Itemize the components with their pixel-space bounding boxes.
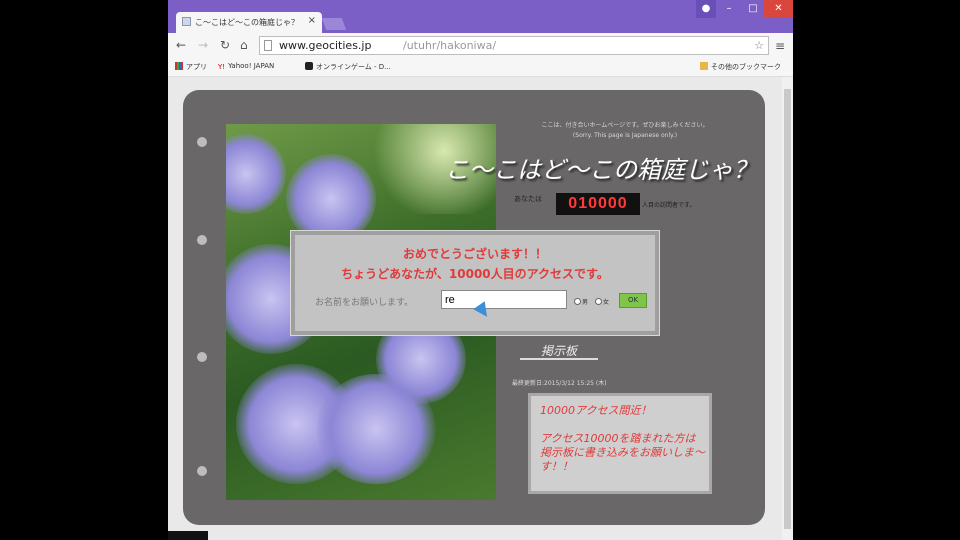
bbs-link[interactable]: 掲示板 (520, 342, 598, 360)
title-bar: こ～こはど～この箱庭じゃ？ × ● – □ ✕ (168, 0, 793, 33)
menu-icon[interactable]: ≡ (775, 39, 785, 53)
apps-icon (175, 62, 183, 70)
maximize-button[interactable]: □ (742, 0, 764, 18)
intro-text: ここは、付き合いホームページです。ぜひお楽しみください。 (Sorry. Thi… (515, 121, 735, 141)
tab-close-icon[interactable]: × (308, 15, 316, 26)
last-updated: 最終更新日:2015/3/12 15:25 (木) (512, 380, 607, 387)
notice-box: 10000アクセス間近！ アクセス10000を踏まれた方は掲示板に書き込みをお願… (528, 393, 712, 494)
url-path: /utuhr/hakoniwa/ (403, 39, 497, 52)
close-window-button[interactable]: ✕ (764, 0, 793, 18)
counter-prefix: あなたは (514, 195, 542, 203)
notice-title: 10000アクセス間近！ (540, 404, 652, 417)
bookmark-online-game[interactable]: オンラインゲーム - D... (305, 62, 391, 72)
tab-active[interactable]: こ～こはど～この箱庭じゃ？ × (176, 12, 322, 33)
name-label: お名前をお願いします。 (315, 298, 414, 308)
home-icon[interactable]: ⌂ (240, 38, 248, 52)
minimize-button[interactable]: – (718, 0, 740, 18)
user-account-icon[interactable]: ● (696, 0, 716, 18)
vertical-scrollbar[interactable] (782, 77, 793, 540)
binder-hole (197, 137, 207, 147)
radio-male-circle[interactable] (574, 298, 581, 305)
intro-line-2: (Sorry. This page is Japanese only.) (572, 132, 678, 139)
congrats-dialog: おめでとうございます！！ ちょうどあなたが、10000人目のアクセスです。 お名… (291, 231, 659, 335)
radio-female[interactable]: 女 (595, 297, 609, 306)
taskbar-fragment (168, 531, 208, 540)
binder-hole (197, 235, 207, 245)
new-tab-button[interactable] (321, 18, 347, 30)
ok-button[interactable]: OK (619, 293, 647, 308)
scrollbar-thumb[interactable] (784, 89, 791, 529)
access-counter: 010000 (556, 193, 640, 215)
page-info-icon[interactable] (264, 40, 272, 51)
binder-hole (197, 466, 207, 476)
dialog-heading: おめでとうございます！！ (402, 247, 547, 261)
browser-toolbar: ← → ↻ ⌂ www.geocities.jp /utuhr/hakoniwa… (168, 33, 793, 59)
yahoo-icon: Y! (218, 63, 226, 71)
page-favicon-icon (182, 17, 191, 26)
reload-icon[interactable]: ↻ (220, 38, 230, 52)
url-host: www.geocities.jp (279, 39, 372, 52)
bookmark-yahoo[interactable]: Y! Yahoo! JAPAN (218, 62, 274, 71)
other-bookmarks[interactable]: その他のブックマーク (700, 62, 781, 72)
back-arrow-icon[interactable]: ← (176, 38, 186, 52)
bookmark-star-icon[interactable]: ☆ (754, 37, 764, 54)
bookmarks-bar: アプリ Y! Yahoo! JAPAN オンラインゲーム - D... その他のブ… (168, 59, 793, 77)
radio-female-circle[interactable] (595, 298, 602, 305)
address-bar[interactable]: www.geocities.jp /utuhr/hakoniwa/ ☆ (259, 36, 769, 55)
site-title: こ～こはど～この箱庭じゃ？ (445, 156, 757, 184)
name-input[interactable] (441, 290, 567, 309)
dialog-message: ちょうどあなたが、10000人目のアクセスです。 (341, 267, 609, 281)
bookmark-apps[interactable]: アプリ (175, 62, 207, 72)
notice-body: アクセス10000を踏まれた方は掲示板に書き込みをお願いしま～す！！ (540, 432, 705, 473)
radio-male[interactable]: 男 (574, 297, 588, 306)
d-icon (305, 62, 313, 70)
intro-line-1: ここは、付き合いホームページです。ぜひお楽しみください。 (541, 122, 709, 129)
forward-arrow-icon[interactable]: → (198, 38, 208, 52)
tab-title: こ～こはど～この箱庭じゃ？ (195, 18, 299, 27)
counter-suffix: 人目の訪問者です。 (642, 202, 696, 209)
binder-hole (197, 352, 207, 362)
folder-icon (700, 62, 708, 70)
